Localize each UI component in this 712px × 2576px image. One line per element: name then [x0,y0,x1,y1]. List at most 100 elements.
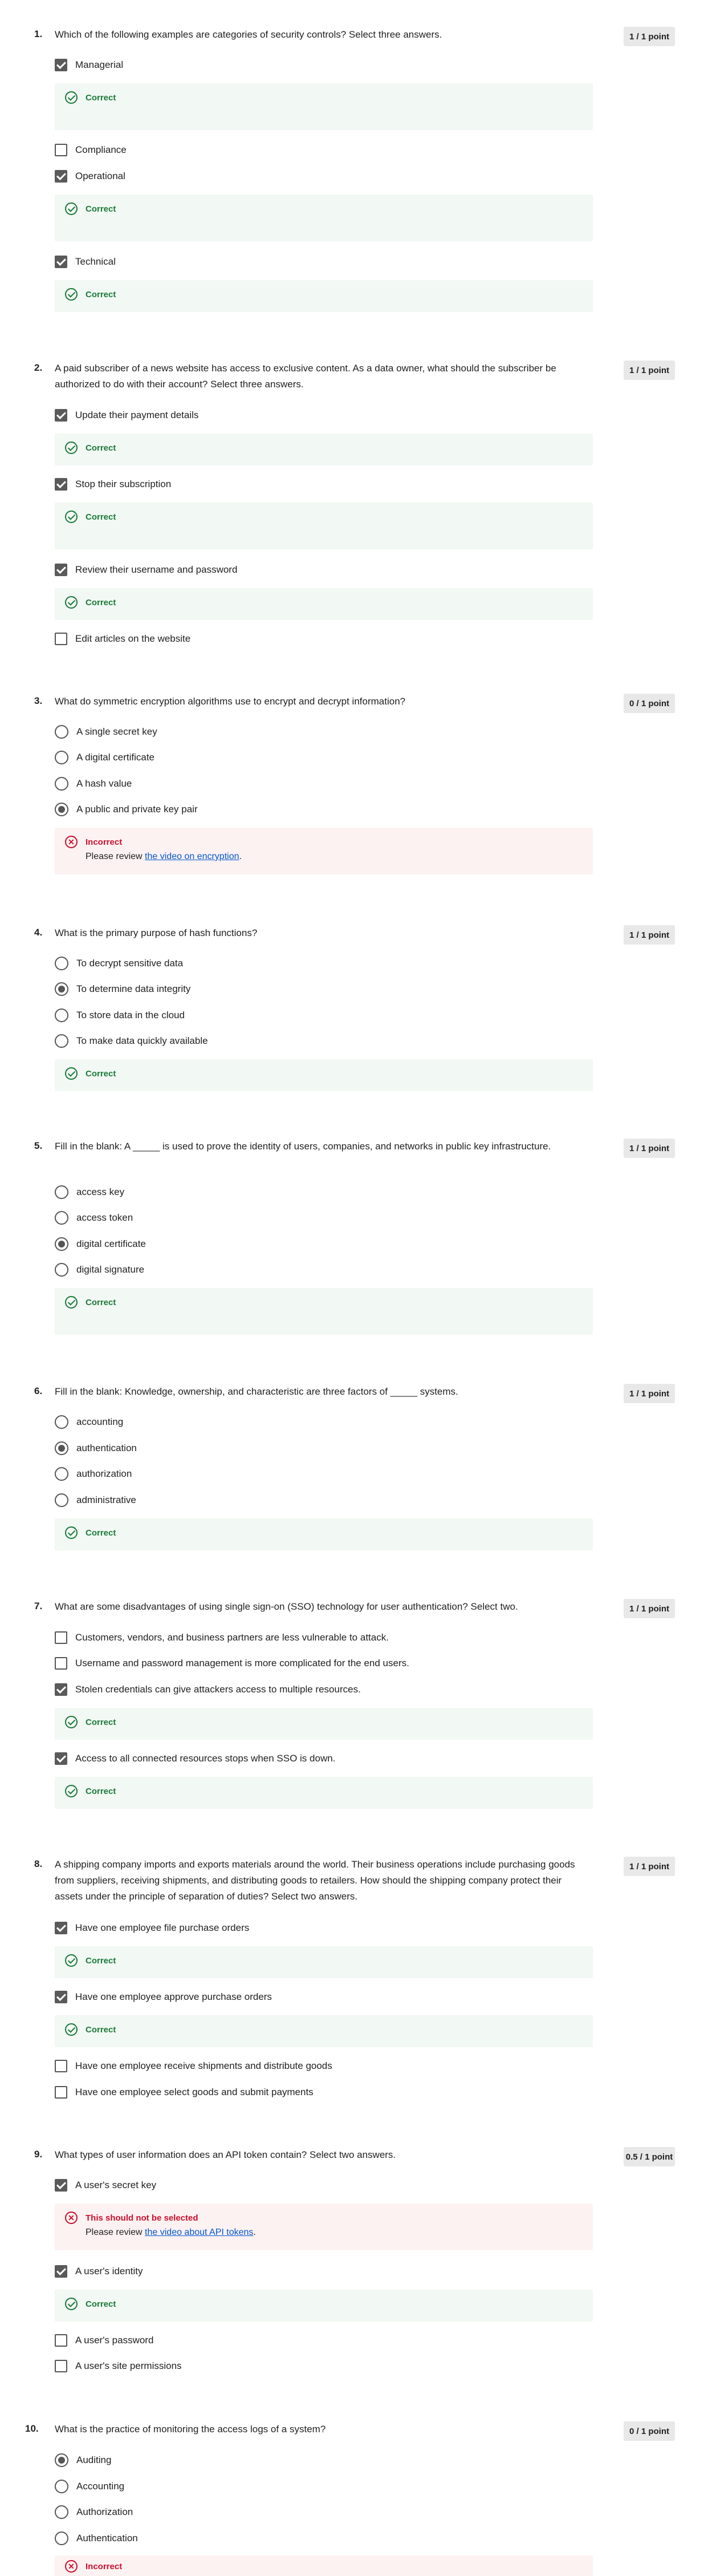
checkbox-checked[interactable] [55,1752,67,1765]
radio-unselected[interactable] [55,1467,68,1481]
checkbox-unchecked[interactable] [55,2360,67,2372]
radio-selected[interactable] [55,1441,68,1455]
option-radio[interactable]: authentication [55,1441,137,1456]
option-checkbox[interactable]: Edit articles on the website [55,631,190,646]
option-checkbox[interactable]: Access to all connected resources stops … [55,1751,335,1766]
option-radio[interactable]: digital certificate [55,1237,146,1251]
checkbox-checked[interactable] [55,409,67,422]
checkbox-checked[interactable] [55,59,67,71]
radio-unselected[interactable] [55,777,68,791]
option-radio[interactable]: administrative [55,1493,136,1508]
option-checkbox[interactable]: Have one employee file purchase orders [55,1921,249,1935]
option-radio[interactable]: Authentication [55,2531,138,2546]
checkbox-checked[interactable] [55,2179,67,2192]
radio-unselected[interactable] [55,1415,68,1429]
option-checkbox[interactable]: Have one employee receive shipments and … [55,2059,332,2073]
option-checkbox[interactable]: A user's secret key [55,2178,156,2193]
checkbox-checked[interactable] [55,1922,67,1934]
option-radio[interactable]: Auditing [55,2453,111,2468]
checkbox-unchecked[interactable] [55,1657,67,1670]
question-text: Fill in the blank: A _____ is used to pr… [55,1141,551,1152]
feedback-label: Correct [86,597,116,607]
feedback-label: Correct [86,1717,116,1727]
question-number: 3. [34,695,43,706]
option-radio[interactable]: A single secret key [55,724,157,739]
checkbox-checked[interactable] [55,478,67,491]
checkbox-unchecked[interactable] [55,144,67,156]
option-label: To decrypt sensitive data [76,958,184,969]
radio-selected[interactable] [55,1237,68,1251]
checkbox-checked[interactable] [55,564,67,576]
checkbox-unchecked[interactable] [55,2334,67,2347]
question-number: 8. [34,1858,43,1869]
radio-unselected[interactable] [55,1263,68,1277]
radio-unselected[interactable] [55,1493,68,1507]
checkbox-checked[interactable] [55,256,67,268]
radio-unselected[interactable] [55,725,68,739]
checkbox-checked[interactable] [55,1683,67,1696]
review-prefix: Please review [86,2227,145,2237]
option-checkbox[interactable]: Update their payment details [55,408,198,423]
option-checkbox[interactable]: Username and password management is more… [55,1656,409,1671]
check-circle-icon [65,2298,78,2310]
option-radio[interactable]: digital signature [55,1262,144,1277]
option-radio[interactable]: A digital certificate [55,750,154,765]
option-checkbox[interactable]: Operational [55,169,125,184]
option-radio[interactable]: To determine data integrity [55,982,190,997]
radio-unselected[interactable] [55,751,68,764]
option-radio[interactable]: Authorization [55,2505,133,2520]
option-radio[interactable]: A hash value [55,776,132,791]
question-text: Which of the following examples are cate… [55,29,442,40]
checkbox-unchecked[interactable] [55,2060,67,2072]
option-radio[interactable]: A public and private key pair [55,802,198,817]
option-checkbox[interactable]: Stop their subscription [55,477,171,492]
option-radio[interactable]: authorization [55,1467,132,1481]
radio-unselected[interactable] [55,2532,68,2545]
option-radio[interactable]: To decrypt sensitive data [55,956,183,971]
checkbox-unchecked[interactable] [55,633,67,645]
feedback-label: Correct [86,443,116,453]
option-label: Have one employee approve purchase order… [75,1991,272,2002]
radio-selected[interactable] [55,803,68,816]
option-label: A digital certificate [76,752,155,763]
option-label: Auditing [76,2455,112,2465]
option-radio[interactable]: access token [55,1210,133,1225]
option-checkbox[interactable]: Managerial [55,58,123,72]
radio-unselected[interactable] [55,2480,68,2493]
option-radio[interactable]: access key [55,1185,124,1200]
feedback-label: Correct [86,2299,116,2309]
checkbox-unchecked[interactable] [55,1631,67,1644]
radio-unselected[interactable] [55,1034,68,1048]
option-checkbox[interactable]: Stolen credentials can give attackers ac… [55,1682,361,1697]
option-checkbox[interactable]: Compliance [55,143,127,157]
radio-unselected[interactable] [55,2505,68,2519]
radio-unselected[interactable] [55,957,68,970]
option-checkbox[interactable]: A user's site permissions [55,2359,182,2374]
checkbox-checked[interactable] [55,2265,67,2278]
feedback-correct: Correct [55,1059,593,1091]
check-circle-icon [65,1296,78,1309]
radio-unselected[interactable] [55,1211,68,1225]
option-checkbox[interactable]: Have one employee approve purchase order… [55,1990,272,2004]
option-radio[interactable]: Accounting [55,2479,124,2494]
radio-unselected[interactable] [55,1008,68,1022]
checkbox-checked[interactable] [55,1991,67,2003]
option-radio[interactable]: To make data quickly available [55,1034,208,1048]
option-checkbox[interactable]: Review their username and password [55,562,237,577]
option-radio[interactable]: To store data in the cloud [55,1008,185,1023]
option-checkbox[interactable]: Customers, vendors, and business partner… [55,1630,389,1645]
checkbox-unchecked[interactable] [55,2086,67,2099]
option-checkbox[interactable]: Have one employee select goods and submi… [55,2085,314,2100]
option-checkbox[interactable]: A user's identity [55,2264,143,2279]
radio-selected[interactable] [55,982,68,996]
option-checkbox[interactable]: A user's password [55,2333,153,2348]
points-badge: 0 / 1 point [624,694,675,713]
checkbox-checked[interactable] [55,170,67,183]
check-circle-icon [65,511,78,523]
radio-unselected[interactable] [55,1185,68,1199]
radio-selected[interactable] [55,2453,68,2467]
review-link[interactable]: the video on encryption [145,852,239,861]
review-link[interactable]: the video about API tokens [145,2227,253,2237]
option-radio[interactable]: accounting [55,1415,123,1429]
option-checkbox[interactable]: Technical [55,254,116,269]
